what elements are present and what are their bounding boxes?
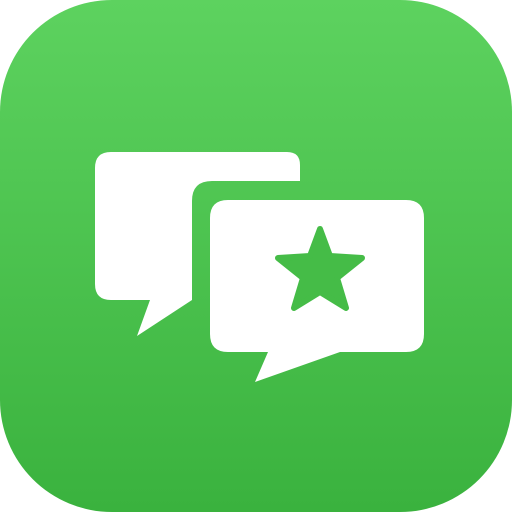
chat-bubbles-star-icon xyxy=(0,0,512,512)
app-icon[interactable] xyxy=(0,0,512,512)
